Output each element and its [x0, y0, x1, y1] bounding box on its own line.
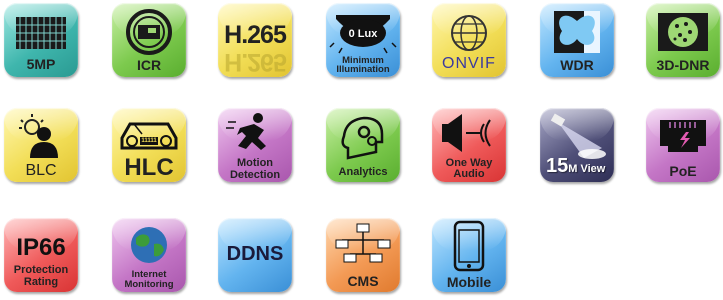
tile-analytics: Analytics — [326, 108, 400, 182]
tile-15m-view-small: M View — [568, 163, 606, 175]
tile-ip66-big: IP66 — [16, 234, 66, 261]
tile-min-illumination-lux: 0 Lux — [348, 28, 378, 40]
tile-internet-monitoring: Internet Monitoring — [112, 218, 186, 292]
tile-hlc-label: HLC — [124, 154, 174, 181]
tile-h265: H.265 H.265 — [218, 3, 292, 77]
tile-icr: ICR — [112, 3, 186, 77]
tile-onvif: ONVIF — [432, 3, 506, 77]
tile-15m-view-number: 15M View — [540, 156, 614, 176]
tile-cms: CMS — [326, 218, 400, 292]
tile-wdr: WDR — [540, 3, 614, 77]
tile-15m-view: 15M View — [540, 108, 614, 182]
tile-hlc-plate: 11111 — [141, 138, 157, 144]
tile-blc: BLC — [4, 108, 78, 182]
tile-h265-label: H.265 — [224, 21, 287, 49]
tile-motion-line1: Motion — [236, 157, 274, 169]
tile-motion-line2: Detection — [229, 169, 281, 181]
tile-5mp-label: 5MP — [26, 56, 56, 72]
tile-blc-label: BLC — [25, 162, 57, 179]
tile-one-way-line2: Audio — [453, 168, 485, 180]
tile-ip66: IP66 Protection Rating — [4, 218, 78, 292]
tile-analytics-label: Analytics — [338, 166, 388, 178]
tile-wdr-label: WDR — [560, 57, 594, 73]
tile-one-way-audio: One Way Audio — [432, 108, 506, 182]
tile-poe: PoE — [646, 108, 720, 182]
tile-icr-label: ICR — [136, 57, 162, 73]
tile-ip66-line2: Rating — [23, 276, 59, 288]
tile-onvif-label: ONVIF — [442, 55, 496, 72]
tile-ip66-line1: Protection — [13, 264, 69, 276]
tile-min-illumination-line2: Illumination — [336, 64, 390, 75]
tile-hlc: 11111 HLC — [112, 108, 186, 182]
tile-3d-dnr: 3D-DNR — [646, 3, 720, 77]
tile-mobile: Mobile — [432, 218, 506, 292]
tile-motion-detection: Motion Detection — [218, 108, 292, 182]
tile-ddns-label: DDNS — [226, 243, 284, 265]
tile-15m-view-big: 15 — [546, 155, 569, 177]
tile-internet-line2: Monitoring — [124, 279, 174, 290]
tile-ddns: DDNS — [218, 218, 292, 292]
tile-3d-dnr-label: 3D-DNR — [656, 57, 710, 73]
tile-poe-label: PoE — [669, 163, 697, 179]
tile-mobile-label: Mobile — [446, 274, 492, 290]
tile-h265-reflection: H.265 — [224, 48, 286, 76]
tile-5mp: 5MP — [4, 3, 78, 77]
tile-min-illumination: 0 Lux Minimum Illumination — [326, 3, 400, 77]
tile-cms-label: CMS — [347, 273, 379, 289]
